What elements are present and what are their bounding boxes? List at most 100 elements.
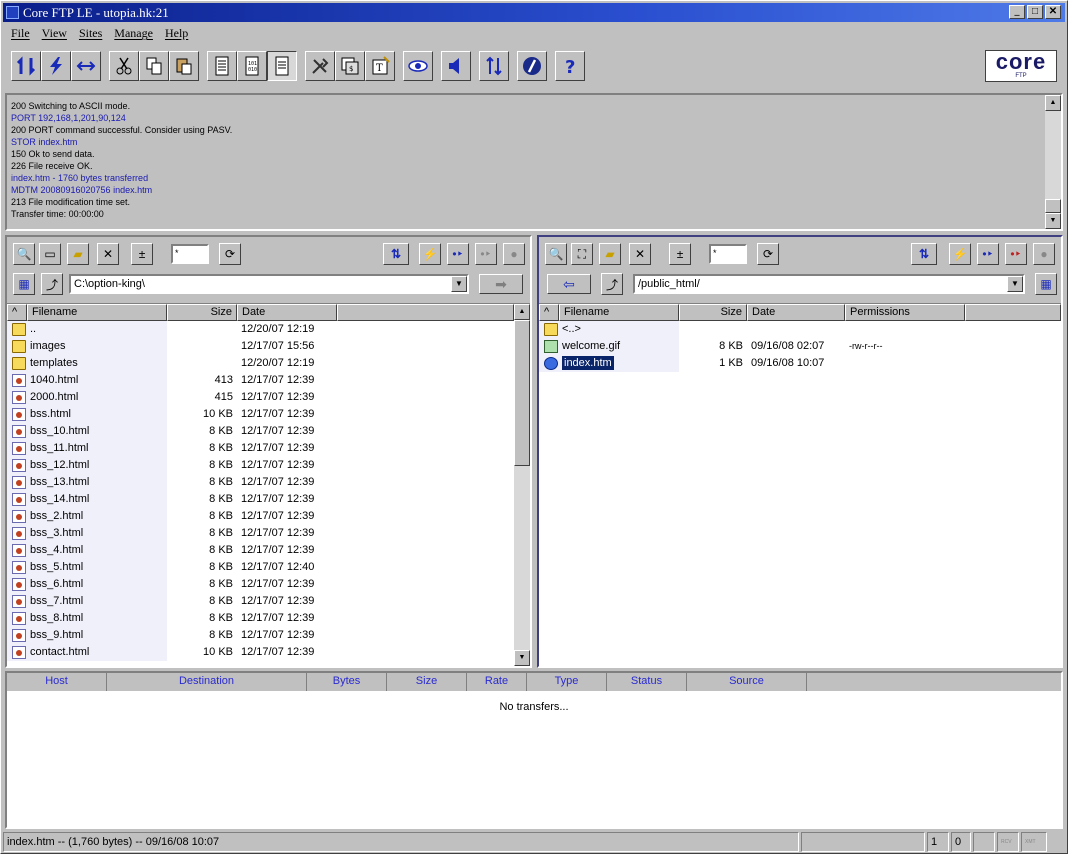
remote-rename-button[interactable]: ⛶ [571, 243, 593, 265]
log-scrollbar[interactable]: ▲ ▼ [1045, 95, 1061, 229]
remote-find-button[interactable]: 🔍 [545, 243, 567, 265]
view-file-button[interactable] [403, 51, 433, 81]
scroll-up-arrow[interactable]: ▲ [514, 304, 530, 320]
queue-header-size[interactable]: Size [387, 673, 467, 691]
local-file-row[interactable]: 2000.html 415 12/17/07 12:39 [7, 389, 514, 406]
remote-stop-button[interactable]: ● [1033, 243, 1055, 265]
menu-file[interactable]: File [5, 24, 36, 42]
local-go-button[interactable]: ➡ [479, 274, 523, 294]
local-file-row[interactable]: bss_8.html 8 KB 12/17/07 12:39 [7, 610, 514, 627]
help-button[interactable]: ? [555, 51, 585, 81]
title-bar[interactable]: Core FTP LE - utopia.hk:21 _ □ ✕ [3, 3, 1065, 22]
edit-button[interactable]: T [365, 51, 395, 81]
remote-back-button[interactable]: ⇦ [547, 274, 591, 294]
local-refresh-button[interactable]: ⟳ [219, 243, 241, 265]
local-sort-button[interactable]: ⇅ [383, 243, 409, 265]
local-file-row[interactable]: bss_13.html 8 KB 12/17/07 12:39 [7, 474, 514, 491]
local-file-row[interactable]: bss_9.html 8 KB 12/17/07 12:39 [7, 627, 514, 644]
menu-help[interactable]: Help [159, 24, 194, 42]
scroll-up-arrow[interactable]: ▲ [1045, 95, 1061, 111]
binary-mode-button[interactable]: 101 010 [237, 51, 267, 81]
quick-connect-button[interactable] [41, 51, 71, 81]
app-icon[interactable] [6, 6, 19, 19]
remote-queue-button[interactable]: •‣ [977, 243, 999, 265]
local-scrollbar[interactable]: ▲ ▼ [514, 304, 530, 666]
local-delete-button[interactable]: ✕ [97, 243, 119, 265]
queue-header-host[interactable]: Host [7, 673, 107, 691]
remote-transfer-button[interactable]: ⚡ [949, 243, 971, 265]
local-file-row[interactable]: 1040.html 413 12/17/07 12:39 [7, 372, 514, 389]
local-tree-button[interactable]: ▦ [13, 273, 35, 295]
local-mark-button[interactable]: ± [131, 243, 153, 265]
scroll-thumb[interactable] [1045, 199, 1061, 213]
local-file-row[interactable]: bss_5.html 8 KB 12/17/07 12:40 [7, 559, 514, 576]
about-button[interactable] [517, 51, 547, 81]
local-queue-remove-button[interactable]: •‣ [475, 243, 497, 265]
local-file-row[interactable]: bss_2.html 8 KB 12/17/07 12:39 [7, 508, 514, 525]
menu-sites[interactable]: Sites [73, 24, 108, 42]
sync-button[interactable] [479, 51, 509, 81]
remote-sort-header[interactable]: ^ [539, 304, 559, 321]
local-path-field[interactable]: C:\option-king\ ▼ [69, 274, 469, 294]
local-queue-button[interactable]: •‣ [447, 243, 469, 265]
local-sort-header[interactable]: ^ [7, 304, 27, 321]
remote-path-field[interactable]: /public_html/▼ [633, 274, 1025, 294]
queue-header-source[interactable]: Source [687, 673, 807, 691]
site-manager-button[interactable]: $ [335, 51, 365, 81]
local-file-row[interactable]: bss.html 10 KB 12/17/07 12:39 [7, 406, 514, 423]
local-file-row[interactable]: bss_4.html 8 KB 12/17/07 12:39 [7, 542, 514, 559]
close-button[interactable]: ✕ [1045, 5, 1061, 19]
local-header-size[interactable]: Size [167, 304, 237, 321]
queue-header-bytes[interactable]: Bytes [307, 673, 387, 691]
local-file-row[interactable]: bss_12.html 8 KB 12/17/07 12:39 [7, 457, 514, 474]
local-file-row[interactable]: images 12/17/07 15:56 [7, 338, 514, 355]
menu-manage[interactable]: Manage [108, 24, 159, 42]
local-path-dropdown-arrow[interactable]: ▼ [451, 276, 467, 292]
local-find-button[interactable]: 🔍 [13, 243, 35, 265]
scroll-down-arrow[interactable]: ▼ [1045, 213, 1061, 229]
sound-button[interactable] [441, 51, 471, 81]
local-file-row[interactable]: bss_10.html 8 KB 12/17/07 12:39 [7, 423, 514, 440]
scroll-down-arrow[interactable]: ▼ [514, 650, 530, 666]
remote-up-dir-button[interactable]: ⤴ [601, 273, 623, 295]
queue-header-destination[interactable]: Destination [107, 673, 307, 691]
remote-queue-remove-button[interactable]: •‣ [1005, 243, 1027, 265]
local-file-row[interactable]: templates 12/20/07 12:19 [7, 355, 514, 372]
remote-mark-button[interactable]: ± [669, 243, 691, 265]
local-file-row[interactable]: bss_11.html 8 KB 12/17/07 12:39 [7, 440, 514, 457]
local-header-date[interactable]: Date [237, 304, 337, 321]
remote-header-permissions[interactable]: Permissions [845, 304, 965, 321]
remote-file-row[interactable]: welcome.gif 8 KB 09/16/08 02:07 -rw-r--r-- [539, 338, 1061, 355]
remote-file-row[interactable]: <..> [539, 321, 1061, 338]
view-list-button[interactable] [207, 51, 237, 81]
scroll-thumb[interactable] [514, 320, 530, 466]
local-up-dir-button[interactable]: ⤴ [41, 273, 63, 295]
local-new-folder-button[interactable]: ▰ [67, 243, 89, 265]
local-rename-button[interactable]: ▭ [39, 243, 61, 265]
local-stop-button[interactable]: ● [503, 243, 525, 265]
remote-file-row[interactable]: index.htm 1 KB 09/16/08 10:07 [539, 355, 1061, 372]
copy-button[interactable] [139, 51, 169, 81]
tools-button[interactable] [305, 51, 335, 81]
local-file-row[interactable]: contact.html 10 KB 12/17/07 12:39 [7, 644, 514, 661]
local-transfer-button[interactable]: ⚡ [419, 243, 441, 265]
queue-header-rate[interactable]: Rate [467, 673, 527, 691]
remote-path-dropdown-arrow[interactable]: ▼ [1007, 276, 1023, 292]
local-file-row[interactable]: bss_6.html 8 KB 12/17/07 12:39 [7, 576, 514, 593]
remote-filter-input[interactable]: * [709, 244, 747, 264]
remote-header-filename[interactable]: Filename [559, 304, 679, 321]
maximize-button[interactable]: □ [1027, 5, 1043, 19]
menu-view[interactable]: View [36, 24, 73, 42]
local-filter-input[interactable]: * [171, 244, 209, 264]
remote-delete-button[interactable]: ✕ [629, 243, 651, 265]
remote-tree-button[interactable]: ▦ [1035, 273, 1057, 295]
connect-button[interactable] [11, 51, 41, 81]
minimize-button[interactable]: _ [1009, 5, 1025, 19]
local-file-row[interactable]: bss_14.html 8 KB 12/17/07 12:39 [7, 491, 514, 508]
local-header-filename[interactable]: Filename [27, 304, 167, 321]
local-file-row[interactable]: bss_7.html 8 KB 12/17/07 12:39 [7, 593, 514, 610]
remote-sort-button[interactable]: ⇅ [911, 243, 937, 265]
local-file-row[interactable]: .. 12/20/07 12:19 [7, 321, 514, 338]
ascii-mode-button[interactable] [267, 51, 297, 81]
remote-new-folder-button[interactable]: ▰ [599, 243, 621, 265]
